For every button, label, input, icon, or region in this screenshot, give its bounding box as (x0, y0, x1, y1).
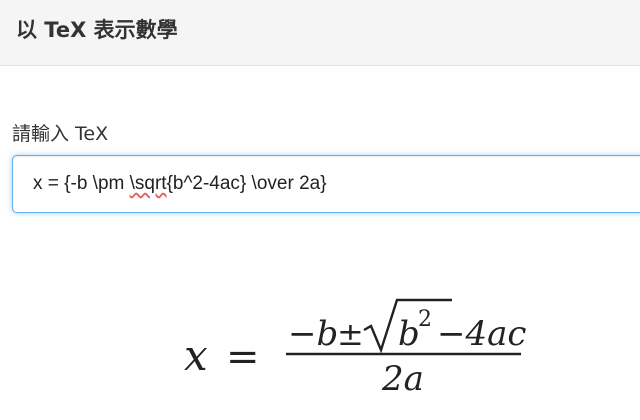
tex-input-text-before: x = {-b \pm (33, 173, 130, 194)
tex-input-label: 請輸入 TeX (12, 123, 109, 145)
math-equals-sign: = (226, 334, 260, 380)
math-minus-b: −b (288, 314, 338, 354)
math-radicand-b: b (398, 314, 420, 354)
tex-input-text-after: {b^2-4ac} \over 2a} (166, 173, 327, 194)
tex-input-text-misspelled: \sqrt (129, 173, 167, 194)
rendered-formula: x = −b ± b 2 −4ac 2a (184, 298, 526, 399)
math-denominator: 2a (381, 359, 424, 399)
rendered-math: x = −b ± b 2 −4ac 2a (0, 290, 640, 400)
math-plus-minus: ± (337, 315, 364, 353)
tex-input-field[interactable]: x = {-b \pm \sqrt{b^2-4ac} \over 2a} (12, 155, 640, 213)
page-title: 以 TeX 表示數學 (16, 18, 178, 42)
math-lhs-variable: x (184, 331, 208, 380)
app-header: 以 TeX 表示數學 (0, 0, 640, 66)
math-exponent: 2 (418, 307, 432, 332)
math-minus-4ac: −4ac (437, 314, 526, 354)
